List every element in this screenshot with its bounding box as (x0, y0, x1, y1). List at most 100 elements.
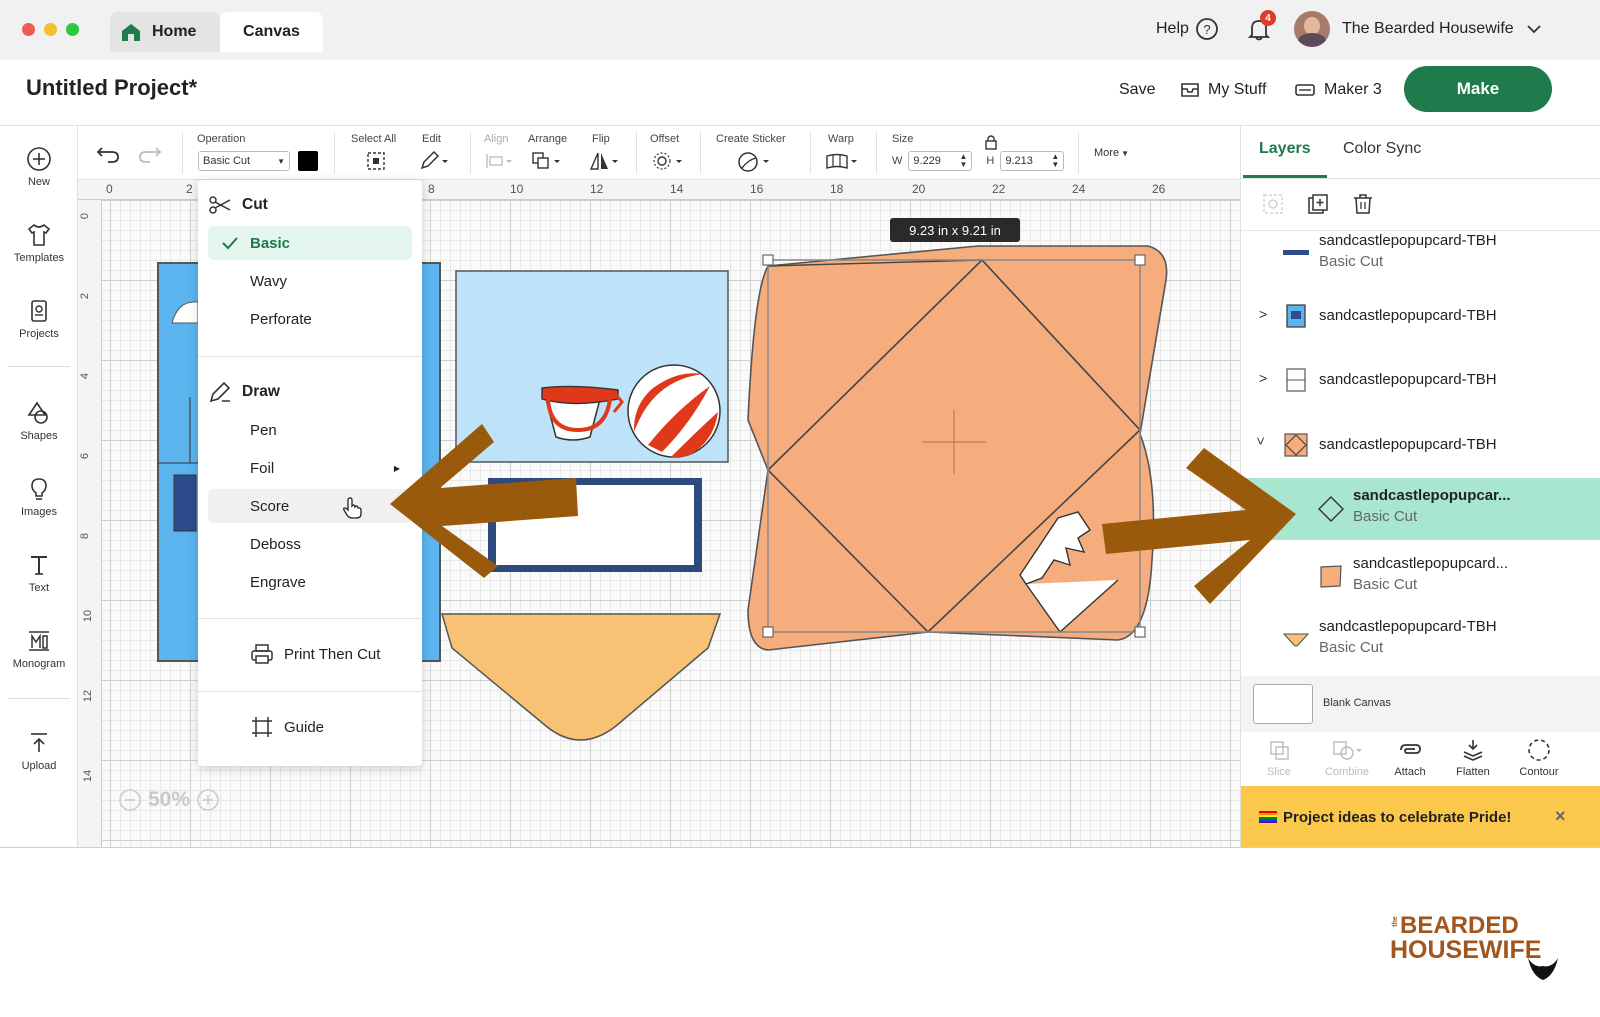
combine-label: Combine (1324, 766, 1370, 778)
height-input[interactable]: 9.213 ▲ ▼ (1000, 151, 1065, 171)
undo-button[interactable] (96, 142, 120, 164)
sidebar-item-label: Text (28, 582, 50, 594)
tab-layers-label: Layers (1259, 140, 1311, 157)
sidebar-item-images[interactable]: Images (0, 476, 78, 518)
layer-row[interactable]: > sandcastlepopupcard-TBH (1241, 290, 1600, 342)
more-button[interactable]: More ▼ (1094, 142, 1129, 164)
sidebar-item-shapes[interactable]: Shapes (0, 400, 78, 442)
annotation-arrow-left (390, 424, 578, 578)
layer-row[interactable]: sandcastlepopupcard-TBH Basic Cut (1241, 230, 1600, 280)
tab-home[interactable]: Home (110, 12, 220, 52)
guide-icon (252, 717, 272, 737)
tab-canvas[interactable]: Canvas (220, 12, 323, 52)
menu-item-foil[interactable]: Foil ▶ (208, 451, 412, 485)
align-button[interactable] (484, 150, 514, 172)
operation-color-swatch[interactable] (298, 151, 318, 171)
flap-layer[interactable] (440, 613, 722, 741)
slice-button[interactable]: Slice (1249, 738, 1309, 778)
help-button[interactable]: Help ? (1156, 14, 1219, 44)
flatten-button[interactable]: Flatten (1443, 738, 1503, 778)
menu-item-pen[interactable]: Pen (208, 413, 412, 447)
user-menu[interactable]: The Bearded Housewife (1294, 11, 1542, 47)
layer-row[interactable]: > sandcastlepopupcard-TBH (1241, 354, 1600, 406)
select-all-icon (367, 152, 385, 170)
sidebar-item-templates[interactable]: Templates (0, 222, 78, 264)
arrange-button[interactable] (530, 150, 562, 172)
make-button[interactable]: Make (1404, 66, 1552, 112)
stepper-icon[interactable]: ▲ ▼ (1051, 153, 1059, 169)
undo-icon (96, 147, 119, 163)
height-label: H (986, 155, 995, 167)
menu-item-print-then-cut[interactable]: Print Then Cut (208, 637, 412, 671)
height-value: 9.213 (1005, 155, 1033, 167)
menu-item-deboss[interactable]: Deboss (208, 527, 412, 561)
tab-color-sync[interactable]: Color Sync (1343, 140, 1421, 158)
menu-item-guide[interactable]: Guide (208, 710, 412, 744)
layer-thumb-orange (1320, 565, 1342, 588)
promo-banner[interactable]: Project ideas to celebrate Pride! × (1241, 786, 1600, 847)
combine-button[interactable]: Combine (1317, 738, 1377, 778)
group-icon[interactable] (1261, 192, 1285, 216)
notifications-button[interactable]: 4 (1246, 10, 1276, 44)
sidebar-item-label: New (27, 176, 50, 188)
contour-button[interactable]: Contour (1509, 738, 1569, 778)
edit-button[interactable] (418, 150, 450, 172)
select-all-button[interactable] (365, 150, 387, 172)
redo-button[interactable] (138, 142, 162, 164)
toolbar: Operation Basic Cut ▼ Select All Edit Al… (78, 126, 1240, 180)
menu-item-score[interactable]: Score (208, 489, 412, 523)
project-title[interactable]: Untitled Project* (26, 75, 197, 101)
trash-icon[interactable] (1351, 192, 1375, 216)
sidebar-item-new[interactable]: New (0, 146, 78, 188)
blank-canvas-swatch (1253, 684, 1313, 724)
flip-button[interactable] (588, 150, 620, 172)
menu-item-basic[interactable]: Basic (208, 226, 412, 260)
stepper-icon[interactable]: ▲ ▼ (959, 153, 967, 169)
blank-canvas-row[interactable]: Blank Canvas (1241, 676, 1600, 732)
menu-item-perforate[interactable]: Perforate (208, 302, 412, 336)
maximize-window-button[interactable] (66, 23, 79, 36)
lock-icon[interactable] (984, 134, 998, 150)
chevron-right-icon[interactable]: > (1259, 306, 1267, 322)
operation-select-box[interactable]: Basic Cut ▼ (198, 151, 290, 171)
menu-header-draw: Draw (208, 375, 412, 409)
layer-thumb-blue (1286, 304, 1306, 328)
menu-header-draw-label: Draw (242, 383, 280, 400)
toolbar-divider (1078, 132, 1079, 174)
menu-item-engrave[interactable]: Engrave (208, 565, 412, 599)
duplicate-icon[interactable] (1306, 192, 1330, 216)
toolbar-divider (470, 132, 471, 174)
operation-select[interactable]: Basic Cut ▼ (198, 150, 318, 172)
project-header: Untitled Project* Save My Stuff Maker 3 … (0, 60, 1600, 126)
tab-layers[interactable]: Layers (1259, 140, 1311, 158)
menu-item-wavy[interactable]: Wavy (208, 264, 412, 298)
sidebar-item-label: Images (20, 506, 58, 518)
zoom-in-icon[interactable] (196, 788, 220, 812)
minimize-window-button[interactable] (44, 23, 57, 36)
my-stuff-button[interactable]: My Stuff (1180, 78, 1266, 102)
sidebar-item-text[interactable]: Text (0, 552, 78, 594)
layer-name: sandcastlepopupcard-TBH (1319, 307, 1497, 324)
offset-button[interactable] (651, 150, 685, 172)
close-window-button[interactable] (22, 23, 35, 36)
bearded-housewife-logo: the BEARDED HOUSEWIFE (1390, 912, 1560, 982)
attach-button[interactable]: Attach (1380, 738, 1440, 778)
chevron-down-icon[interactable]: > (1253, 437, 1269, 445)
tab-color-sync-label: Color Sync (1343, 140, 1422, 157)
lightbulb-icon (31, 478, 47, 500)
width-label: W (892, 155, 903, 167)
sidebar-item-upload[interactable]: Upload (0, 730, 78, 772)
close-icon[interactable]: × (1555, 806, 1566, 827)
zoom-out-icon[interactable] (118, 788, 142, 812)
home-icon (122, 24, 140, 41)
machine-button[interactable]: Maker 3 (1294, 78, 1382, 102)
warp-button[interactable] (824, 150, 860, 172)
chevron-right-icon[interactable]: > (1259, 370, 1267, 386)
scissors-icon (209, 196, 231, 214)
width-input[interactable]: 9.229 ▲ ▼ (908, 151, 973, 171)
create-sticker-button[interactable] (736, 150, 772, 172)
sidebar-item-monogram[interactable]: Monogram (0, 628, 78, 670)
layer-row[interactable]: sandcastlepopupcard-TBH Basic Cut (1241, 610, 1600, 672)
save-button[interactable]: Save (1119, 78, 1155, 102)
sidebar-item-projects[interactable]: Projects (0, 298, 78, 340)
